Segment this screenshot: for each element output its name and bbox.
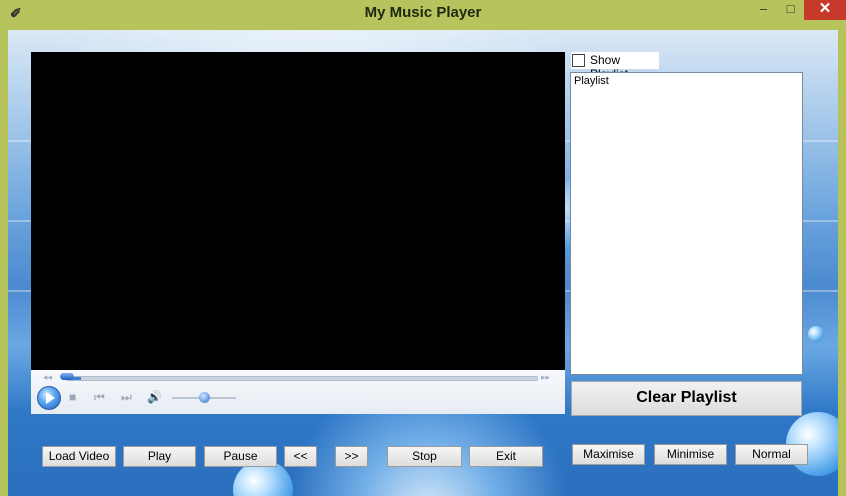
close-icon[interactable]: ✕	[804, 0, 846, 20]
window-title: My Music Player	[364, 4, 482, 21]
maximise-button[interactable]: Maximise	[572, 444, 645, 465]
stop-button[interactable]: Stop	[387, 446, 462, 467]
next-icon[interactable]: ⏭	[121, 390, 132, 405]
rewind-button[interactable]: <<	[284, 446, 317, 467]
seek-back-icon[interactable]: ◂◂	[43, 372, 52, 383]
minimize-icon[interactable]: –	[750, 0, 777, 20]
player-panel: ◂◂ ▸▸ ■ ⏮ ⏭ 🔊 Show Playlist Playlist Cle…	[8, 30, 838, 496]
previous-icon[interactable]: ⏮	[94, 390, 105, 405]
show-playlist-checkbox[interactable]: Show Playlist	[571, 52, 659, 81]
background-bubble	[808, 326, 824, 342]
seek-thumb[interactable]	[60, 373, 74, 380]
seek-forward-icon[interactable]: ▸▸	[541, 372, 550, 383]
play-button[interactable]: Play	[123, 446, 196, 467]
minimise-button[interactable]: Minimise	[654, 444, 727, 465]
exit-button[interactable]: Exit	[469, 446, 543, 467]
normal-button[interactable]: Normal	[735, 444, 808, 465]
volume-thumb[interactable]	[199, 392, 210, 403]
checkbox-box[interactable]	[572, 54, 585, 67]
playlist-listbox[interactable]: Playlist	[570, 72, 803, 375]
app-window: ✐ My Music Player – □ ✕ ◂◂ ▸▸ ■ ⏮ ⏭ 🔊 Sh…	[0, 0, 846, 496]
maximize-icon[interactable]: □	[777, 0, 804, 20]
forward-button[interactable]: >>	[335, 446, 368, 467]
load-video-button[interactable]: Load Video	[42, 446, 116, 467]
video-display[interactable]	[31, 52, 565, 370]
title-bar[interactable]: ✐ My Music Player – □ ✕	[0, 0, 846, 27]
media-controls: ◂◂ ▸▸ ■ ⏮ ⏭ 🔊	[31, 370, 565, 414]
seek-bar[interactable]	[66, 376, 538, 381]
stop-icon[interactable]: ■	[69, 390, 76, 404]
clear-playlist-button[interactable]: Clear Playlist	[571, 381, 802, 416]
volume-icon[interactable]: 🔊	[147, 390, 162, 404]
list-item[interactable]: Playlist	[574, 75, 609, 87]
play-icon[interactable]	[37, 386, 61, 410]
pause-button[interactable]: Pause	[204, 446, 277, 467]
